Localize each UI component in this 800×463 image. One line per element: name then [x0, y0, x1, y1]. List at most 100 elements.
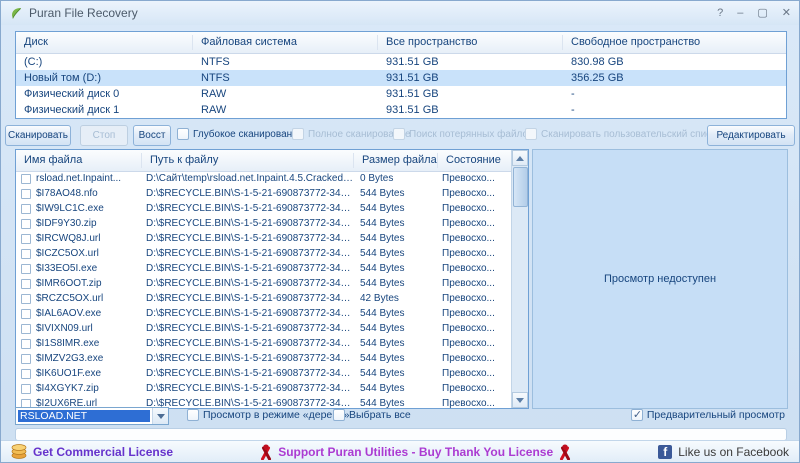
file-size: 544 Bytes	[354, 308, 438, 319]
file-checkbox[interactable]	[21, 174, 31, 184]
help-icon[interactable]: ?	[717, 8, 723, 19]
select-all-checkbox[interactable]: Выбрать все	[333, 409, 411, 421]
file-checkbox[interactable]	[21, 354, 31, 364]
checkbox-icon	[393, 128, 405, 140]
disk-filesystem: RAW	[193, 104, 378, 116]
tree-view-checkbox[interactable]: Просмотр в режиме «дерево»	[187, 409, 349, 421]
file-size: 544 Bytes	[354, 338, 438, 349]
title-bar: Puran File Recovery ? – ▢ ✕	[1, 1, 799, 25]
file-name: $RCZC5OX.url	[36, 293, 142, 304]
file-size: 544 Bytes	[354, 233, 438, 244]
support-link[interactable]: Support Puran Utilities - Buy Thank You …	[260, 444, 571, 460]
total-space-col-header[interactable]: Все пространство	[378, 35, 563, 50]
disk-free-space: 356.25 GB	[563, 72, 786, 84]
file-path-col-header[interactable]: Путь к файлу	[142, 153, 354, 168]
file-state: Превосхо...	[438, 263, 513, 274]
disk-row[interactable]: (C:) NTFS 931.51 GB 830.98 GB	[16, 54, 786, 70]
file-checkbox[interactable]	[21, 369, 31, 379]
file-row[interactable]: $I33EO5I.exe D:\$RECYCLE.BIN\S-1-5-21-69…	[16, 261, 513, 276]
scrollbar-thumb[interactable]	[513, 167, 528, 207]
file-name-col-header[interactable]: Имя файла	[16, 153, 142, 168]
disk-filesystem: NTFS	[193, 72, 378, 84]
file-row[interactable]: $IRCWQ8J.url D:\$RECYCLE.BIN\S-1-5-21-69…	[16, 231, 513, 246]
file-checkbox[interactable]	[21, 204, 31, 214]
file-name: $IVIXN09.url	[36, 323, 142, 334]
chevron-down-icon[interactable]	[152, 408, 168, 424]
file-name: $I33EO5I.exe	[36, 263, 142, 274]
file-row[interactable]: $I4XGYK7.zip D:\$RECYCLE.BIN\S-1-5-21-69…	[16, 381, 513, 396]
disk-col-header[interactable]: Диск	[16, 35, 193, 50]
file-checkbox[interactable]	[21, 294, 31, 304]
checkbox-icon[interactable]	[333, 409, 345, 421]
file-checkbox[interactable]	[21, 324, 31, 334]
file-checkbox[interactable]	[21, 189, 31, 199]
file-checkbox[interactable]	[21, 279, 31, 289]
file-row[interactable]: $RCZC5OX.url D:\$RECYCLE.BIN\S-1-5-21-69…	[16, 291, 513, 306]
file-size: 544 Bytes	[354, 263, 438, 274]
file-checkbox[interactable]	[21, 234, 31, 244]
free-space-col-header[interactable]: Свободное пространство	[563, 35, 786, 50]
filesystem-col-header[interactable]: Файловая система	[193, 35, 378, 50]
file-path: D:\$RECYCLE.BIN\S-1-5-21-690873772-34690…	[142, 248, 354, 259]
file-row[interactable]: $IW9LC1C.exe D:\$RECYCLE.BIN\S-1-5-21-69…	[16, 201, 513, 216]
file-checkbox[interactable]	[21, 339, 31, 349]
file-checkbox[interactable]	[21, 309, 31, 319]
edit-button[interactable]: Редактировать	[707, 125, 795, 146]
file-checkbox[interactable]	[21, 264, 31, 274]
file-row[interactable]: $ICZC5OX.url D:\$RECYCLE.BIN\S-1-5-21-69…	[16, 246, 513, 261]
file-checkbox[interactable]	[21, 384, 31, 394]
file-row[interactable]: $IK6UO1F.exe D:\$RECYCLE.BIN\S-1-5-21-69…	[16, 366, 513, 381]
scroll-up-icon[interactable]	[512, 150, 528, 166]
file-name: $IK6UO1F.exe	[36, 368, 142, 379]
disk-row[interactable]: Физический диск 0 RAW 931.51 GB -	[16, 86, 786, 102]
file-size-col-header[interactable]: Размер файла	[354, 153, 438, 168]
disk-free-space: 830.98 GB	[563, 56, 786, 68]
preview-checkbox[interactable]: Предварительный просмотр	[631, 409, 785, 421]
search-combobox[interactable]: RSLOAD.NET	[15, 407, 169, 425]
file-row[interactable]: rsload.net.Inpaint... D:\Сайт\temp\rsloa…	[16, 171, 513, 186]
disk-name: Физический диск 1	[16, 104, 193, 116]
scan-button[interactable]: Сканировать	[5, 125, 71, 146]
file-row[interactable]: $IDF9Y30.zip D:\$RECYCLE.BIN\S-1-5-21-69…	[16, 216, 513, 231]
search-input[interactable]: RSLOAD.NET	[18, 410, 150, 422]
commercial-license-label: Get Commercial License	[33, 445, 173, 459]
file-row[interactable]: $IMZV2G3.exe D:\$RECYCLE.BIN\S-1-5-21-69…	[16, 351, 513, 366]
recover-button[interactable]: Восст	[133, 125, 171, 146]
disk-filesystem: RAW	[193, 88, 378, 100]
file-path: D:\$RECYCLE.BIN\S-1-5-21-690873772-34690…	[142, 368, 354, 379]
file-state-col-header[interactable]: Состояние	[438, 153, 513, 168]
maximize-icon[interactable]: ▢	[757, 8, 767, 19]
file-checkbox[interactable]	[21, 219, 31, 229]
disk-row[interactable]: Физический диск 1 RAW 931.51 GB -	[16, 102, 786, 118]
facebook-link[interactable]: Like us on Facebook	[658, 445, 789, 459]
file-path: D:\$RECYCLE.BIN\S-1-5-21-690873772-34690…	[142, 188, 354, 199]
file-state: Превосхо...	[438, 218, 513, 229]
file-size: 544 Bytes	[354, 218, 438, 229]
lost-files-label: Поиск потерянных файлов	[409, 129, 533, 140]
checkbox-icon[interactable]	[177, 128, 189, 140]
scroll-down-icon[interactable]	[512, 392, 528, 408]
file-row[interactable]: $I78AO48.nfo D:\$RECYCLE.BIN\S-1-5-21-69…	[16, 186, 513, 201]
file-rows: rsload.net.Inpaint... D:\Сайт\temp\rsloa…	[16, 171, 513, 408]
file-state: Превосхо...	[438, 293, 513, 304]
disk-row[interactable]: Новый том (D:) NTFS 931.51 GB 356.25 GB	[16, 70, 786, 86]
file-size: 544 Bytes	[354, 278, 438, 289]
file-row[interactable]: $I1S8IMR.exe D:\$RECYCLE.BIN\S-1-5-21-69…	[16, 336, 513, 351]
file-size: 544 Bytes	[354, 368, 438, 379]
vertical-scrollbar[interactable]	[511, 150, 528, 408]
checkbox-icon[interactable]	[631, 409, 643, 421]
disk-name: Новый том (D:)	[16, 72, 193, 84]
file-path: D:\$RECYCLE.BIN\S-1-5-21-690873772-34690…	[142, 338, 354, 349]
commercial-license-link[interactable]: Get Commercial License	[11, 444, 173, 459]
file-checkbox[interactable]	[21, 249, 31, 259]
deep-scan-checkbox[interactable]: Глубокое сканирование	[177, 128, 303, 140]
close-icon[interactable]: ✕	[782, 8, 791, 19]
file-row[interactable]: $IMR6OOT.zip D:\$RECYCLE.BIN\S-1-5-21-69…	[16, 276, 513, 291]
lost-files-checkbox: Поиск потерянных файлов	[393, 128, 533, 140]
checkbox-icon[interactable]	[187, 409, 199, 421]
file-state: Превосхо...	[438, 323, 513, 334]
checkbox-icon	[292, 128, 304, 140]
file-row[interactable]: $IVIXN09.url D:\$RECYCLE.BIN\S-1-5-21-69…	[16, 321, 513, 336]
minimize-icon[interactable]: –	[737, 8, 743, 19]
file-row[interactable]: $IAL6AOV.exe D:\$RECYCLE.BIN\S-1-5-21-69…	[16, 306, 513, 321]
